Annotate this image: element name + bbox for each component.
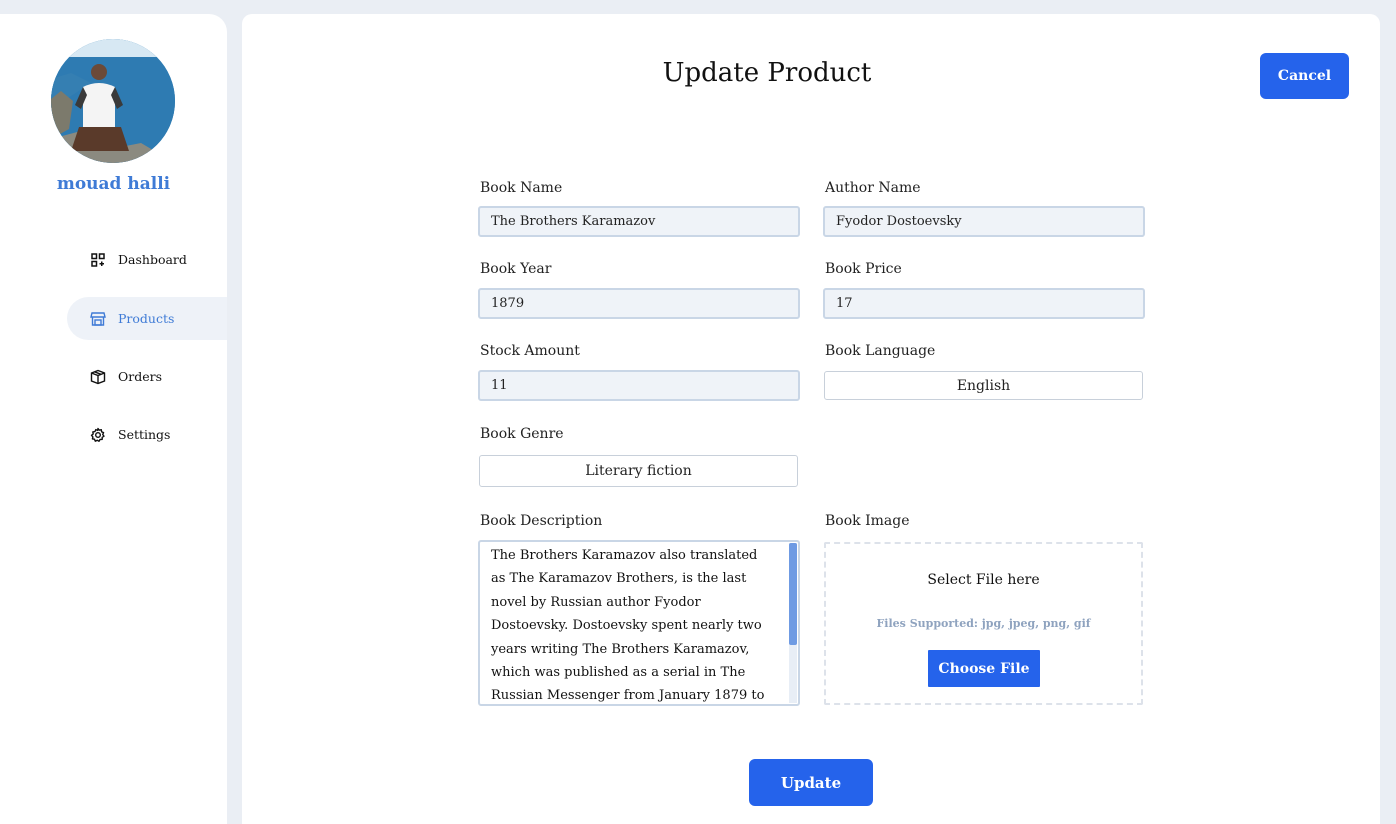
book-description-textarea[interactable]: The Brothers Karamazov also translated a… — [478, 540, 800, 706]
page-title: Update Product — [662, 58, 872, 88]
sidebar-item-label: Settings — [118, 427, 171, 442]
book-image-label: Book Image — [825, 513, 910, 529]
book-genre-select[interactable]: Literary fiction — [479, 455, 798, 487]
stock-amount-label: Stock Amount — [480, 343, 580, 359]
sidebar-item-orders[interactable]: Orders — [67, 355, 227, 398]
sidebar-item-label: Products — [118, 311, 175, 326]
book-language-select[interactable]: English — [824, 371, 1143, 400]
author-name-label: Author Name — [825, 180, 921, 196]
dropzone-hint: Files Supported: jpg, jpeg, png, gif — [876, 617, 1091, 630]
dashboard-icon — [90, 252, 106, 268]
book-genre-label: Book Genre — [480, 426, 564, 442]
file-dropzone[interactable]: Select File here Files Supported: jpg, j… — [824, 542, 1143, 705]
update-button[interactable]: Update — [749, 759, 873, 806]
scrollbar-thumb[interactable] — [789, 543, 797, 645]
book-name-field[interactable]: The Brothers Karamazov — [478, 206, 800, 237]
book-price-label: Book Price — [825, 261, 902, 277]
sidebar-item-label: Orders — [118, 369, 163, 384]
book-description-text: The Brothers Karamazov also translated a… — [491, 548, 765, 704]
sidebar-item-products[interactable]: Products — [67, 297, 227, 340]
store-icon — [90, 311, 106, 327]
cancel-button[interactable]: Cancel — [1260, 53, 1349, 99]
author-name-field[interactable]: Fyodor Dostoevsky — [823, 206, 1145, 237]
main-panel: Update Product Cancel Book Name The Brot… — [242, 14, 1380, 824]
book-description-label: Book Description — [480, 513, 603, 529]
box-icon — [90, 369, 106, 385]
sidebar-item-dashboard[interactable]: Dashboard — [67, 238, 227, 281]
username: mouad halli — [56, 174, 171, 194]
gear-icon — [90, 427, 106, 443]
book-name-label: Book Name — [480, 180, 563, 196]
book-year-field[interactable]: 1879 — [478, 288, 800, 319]
sidebar: mouad halli Dashboard Products Orders Se… — [0, 14, 227, 824]
dropzone-title: Select File here — [927, 572, 1040, 588]
avatar[interactable] — [51, 39, 175, 163]
sidebar-item-label: Dashboard — [118, 252, 187, 267]
sidebar-item-settings[interactable]: Settings — [67, 413, 227, 456]
book-year-label: Book Year — [480, 261, 552, 277]
stock-amount-field[interactable]: 11 — [478, 370, 800, 401]
choose-file-button[interactable]: Choose File — [928, 650, 1040, 687]
book-price-field[interactable]: 17 — [823, 288, 1145, 319]
book-language-label: Book Language — [825, 343, 936, 359]
